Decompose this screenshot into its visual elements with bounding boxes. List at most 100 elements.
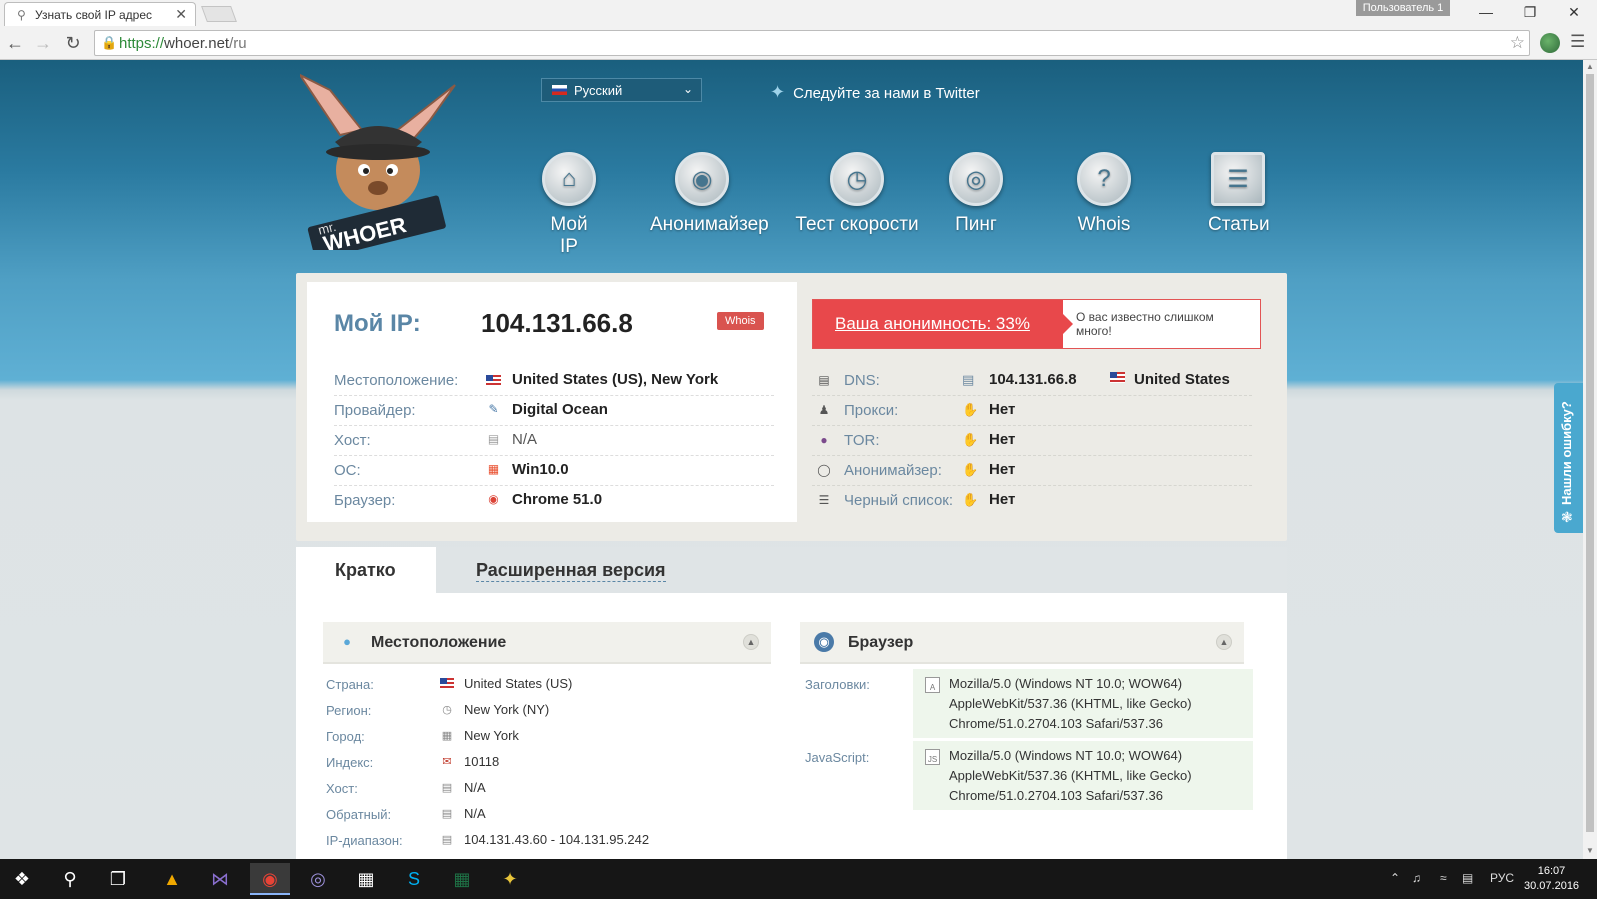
scroll-down-icon[interactable]: ▼ [1586,846,1594,855]
tab-close-button[interactable]: ✕ [175,6,187,23]
input-language[interactable]: РУС [1490,871,1514,885]
restore-button[interactable]: ❐ [1508,0,1552,24]
language-select[interactable]: Русский ⌄ [541,78,702,102]
url-path: /ru [229,35,247,52]
dns-icon: ▤ [818,373,830,387]
whois-badge[interactable]: Whois [717,312,764,330]
row-value: New York (NY) [464,702,550,717]
extension-globe-icon[interactable] [1540,33,1560,53]
headers-line: Chrome/51.0.2704.103 Safari/537.36 [949,716,1163,731]
chrome-icon[interactable]: ◉ [250,863,290,895]
collapse-icon[interactable]: ▲ [1216,634,1232,650]
lock-icon: 🔒 [101,35,118,50]
thumbs-up-icon: ✋ [962,462,979,477]
app-icon[interactable]: ◎ [298,863,338,895]
nav-whois[interactable]: ? Whois [1076,152,1132,236]
check-value: 104.131.66.8 [989,371,1077,388]
minimize-button[interactable]: — [1464,0,1508,24]
bookmark-star-icon[interactable]: ☆ [1510,33,1525,53]
forward-icon[interactable]: → [32,32,54,54]
building-icon: ▦ [441,730,453,742]
app-icon[interactable]: ✦ [490,863,530,895]
search-icon[interactable]: ⚲ [50,863,90,895]
tab-extended[interactable]: Расширенная версия [476,560,666,582]
visual-studio-icon[interactable]: ⋈ [200,863,240,895]
anonymity-box: Ваша анонимность: 33% О вас известно сли… [812,299,1261,349]
info-row-browser: Браузер: ◉ Chrome 51.0 [334,486,774,516]
notifications-icon[interactable]: ▤ [1462,871,1473,885]
row-key: Обратный: [326,807,392,822]
menu-icon[interactable]: ☰ [1570,32,1585,52]
nav-articles[interactable]: ☰ Статьи [1208,152,1270,236]
check-row-dns: ▤ DNS: ▤ 104.131.66.8 United States [812,366,1252,396]
mailbox-icon: ✉ [442,756,452,768]
back-icon[interactable]: ← [4,32,26,54]
us-flag-icon [440,678,454,690]
nav-my-ip[interactable]: ⌂ Мой IP [540,152,598,258]
nav-ping[interactable]: ◎ Пинг [948,152,1004,236]
check-value: Нет [989,461,1016,478]
skype-icon[interactable]: S [394,863,434,895]
location-section-header: ● Местоположение ▲ [323,622,771,664]
browser-section-header: ◉ Браузер ▲ [800,622,1244,664]
headers-line: Mozilla/5.0 (Windows NT 10.0; WOW64) [949,676,1183,691]
scroll-up-icon[interactable]: ▲ [1586,62,1594,71]
browser-tab[interactable]: ⚲ Узнать свой IP адрес ✕ [4,2,196,26]
twitter-bird-icon: ✦ [770,82,786,102]
twitter-link[interactable]: ✦ Следуйте за нами в Twitter [770,82,980,103]
store-icon[interactable]: ▦ [346,863,386,895]
row-value: N/A [464,806,486,821]
row-key: Страна: [326,677,374,692]
twitter-label: Следуйте за нами в Twitter [793,85,980,102]
row-key: Местоположение: [334,372,459,389]
reload-icon[interactable]: ↻ [62,32,84,54]
info-row-host: Хост: ▤ N/A [334,426,774,456]
row-key: Город: [326,729,365,744]
ip-panel: Мой IP: 104.131.66.8 Whois Местоположени… [307,282,797,522]
start-icon[interactable]: ❖ [2,863,42,895]
nav-anonymizer[interactable]: ◉ Анонимайзер [650,152,769,236]
javascript-line: Chrome/51.0.2704.103 Safari/537.36 [949,788,1163,803]
app-icon[interactable]: ▲ [152,863,192,895]
check-key: Анонимайзер: [844,462,942,479]
row-value: United States (US) [464,676,573,691]
thumbs-up-icon: ✋ [962,402,979,417]
location-row: Город: ▦ New York [326,725,746,751]
tabs-bar [296,547,1287,593]
whoer-logo[interactable]: mr. WHOER [300,70,460,250]
search-icon: ⚲ [17,8,26,22]
address-bar[interactable]: 🔒 https://whoer.net/ru ☆ [94,30,1530,56]
url-scheme: https:// [119,35,165,52]
location-row: Хост: ▤ N/A [326,777,746,803]
excel-icon[interactable]: ▦ [442,863,482,895]
tray-expand-icon[interactable]: ⌃ [1390,871,1400,885]
javascript-line: Mozilla/5.0 (Windows NT 10.0; WOW64) [949,748,1183,763]
tab-brief[interactable]: Кратко [296,547,436,593]
row-key: Хост: [334,432,371,449]
russia-flag-icon [552,85,567,95]
row-value: N/A [464,780,486,795]
clock[interactable]: 16:07 30.07.2016 [1524,864,1579,894]
nav-speed-test[interactable]: ◷ Тест скорости [793,152,921,236]
check-row-proxy: ♟ Прокси: ✋ Нет [812,396,1252,426]
page-content: mr. WHOER Русский ⌄ ✦ Следуйте за нами в … [0,60,1583,859]
anonymity-score[interactable]: Ваша анонимность: 33% [813,300,1073,348]
volume-icon[interactable]: ♫ [1412,871,1421,885]
question-icon: ? [1077,152,1131,206]
close-window-button[interactable]: ✕ [1552,0,1596,24]
my-ip-value[interactable]: 104.131.66.8 [481,308,633,339]
scrollbar-thumb[interactable] [1586,74,1594,832]
row-value: Digital Ocean [512,401,608,418]
network-icon[interactable]: ≈ [1440,871,1447,885]
profile-badge[interactable]: Пользователь 1 [1356,0,1450,16]
collapse-icon[interactable]: ▲ [743,634,759,650]
us-flag-icon [1110,372,1125,383]
task-view-icon[interactable]: ❐ [98,863,138,895]
summary-card: Мой IP: 104.131.66.8 Whois Местоположени… [296,273,1287,541]
info-row-os: ▦ ОС: Win10.0 [334,456,774,486]
check-key: Черный список: [844,492,954,509]
windows-taskbar: ❖ ⚲ ❐ ▲ ⋈ ◉ ◎ ▦ S ▦ ✦ ⌃ ♫ ≈ ▤ РУС 16:07 … [0,859,1597,899]
report-error-tab[interactable]: Нашли ошибку? ❃ [1554,383,1583,533]
new-tab-button[interactable] [201,6,237,22]
vertical-scrollbar[interactable]: ▲ ▼ [1583,60,1597,859]
